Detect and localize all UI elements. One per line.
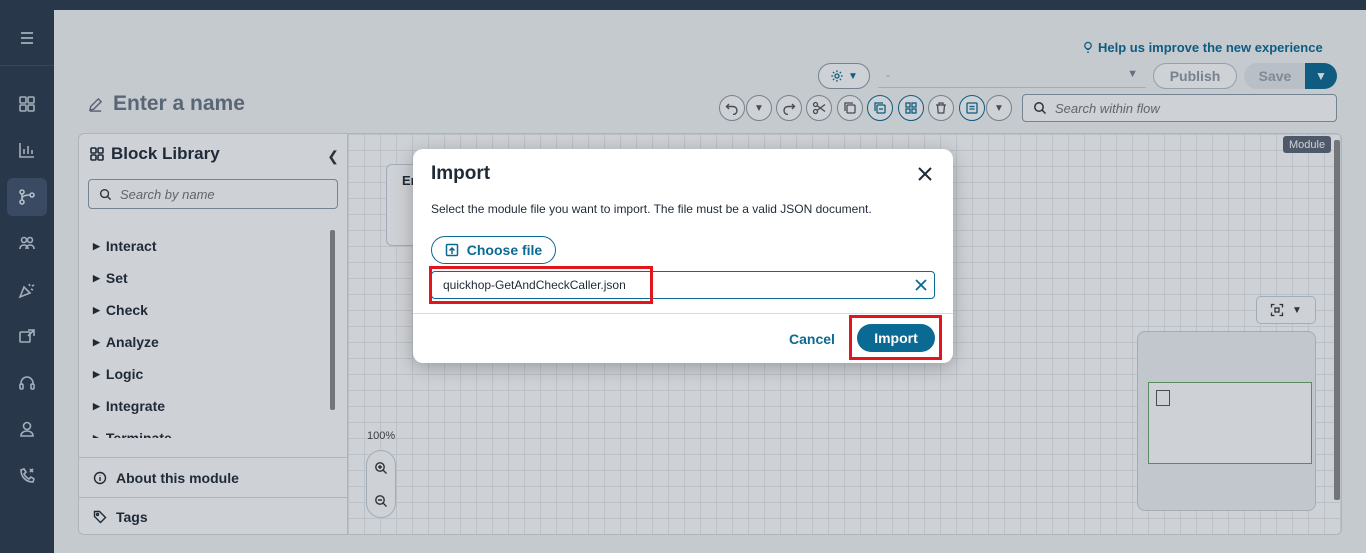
choose-file-button[interactable]: Choose file	[431, 236, 556, 264]
clear-icon[interactable]	[914, 278, 928, 292]
cancel-button[interactable]: Cancel	[789, 331, 835, 347]
import-button-highlight	[849, 315, 942, 360]
choose-file-label: Choose file	[466, 242, 543, 258]
file-name-highlight	[429, 266, 653, 304]
divider	[413, 313, 953, 314]
close-icon	[918, 167, 932, 181]
dialog-description: Select the module file you want to impor…	[431, 202, 872, 216]
close-dialog-button[interactable]	[913, 162, 937, 186]
upload-icon	[445, 243, 459, 257]
dialog-title: Import	[431, 163, 491, 184]
import-dialog: Import Select the module file you want t…	[413, 149, 953, 363]
